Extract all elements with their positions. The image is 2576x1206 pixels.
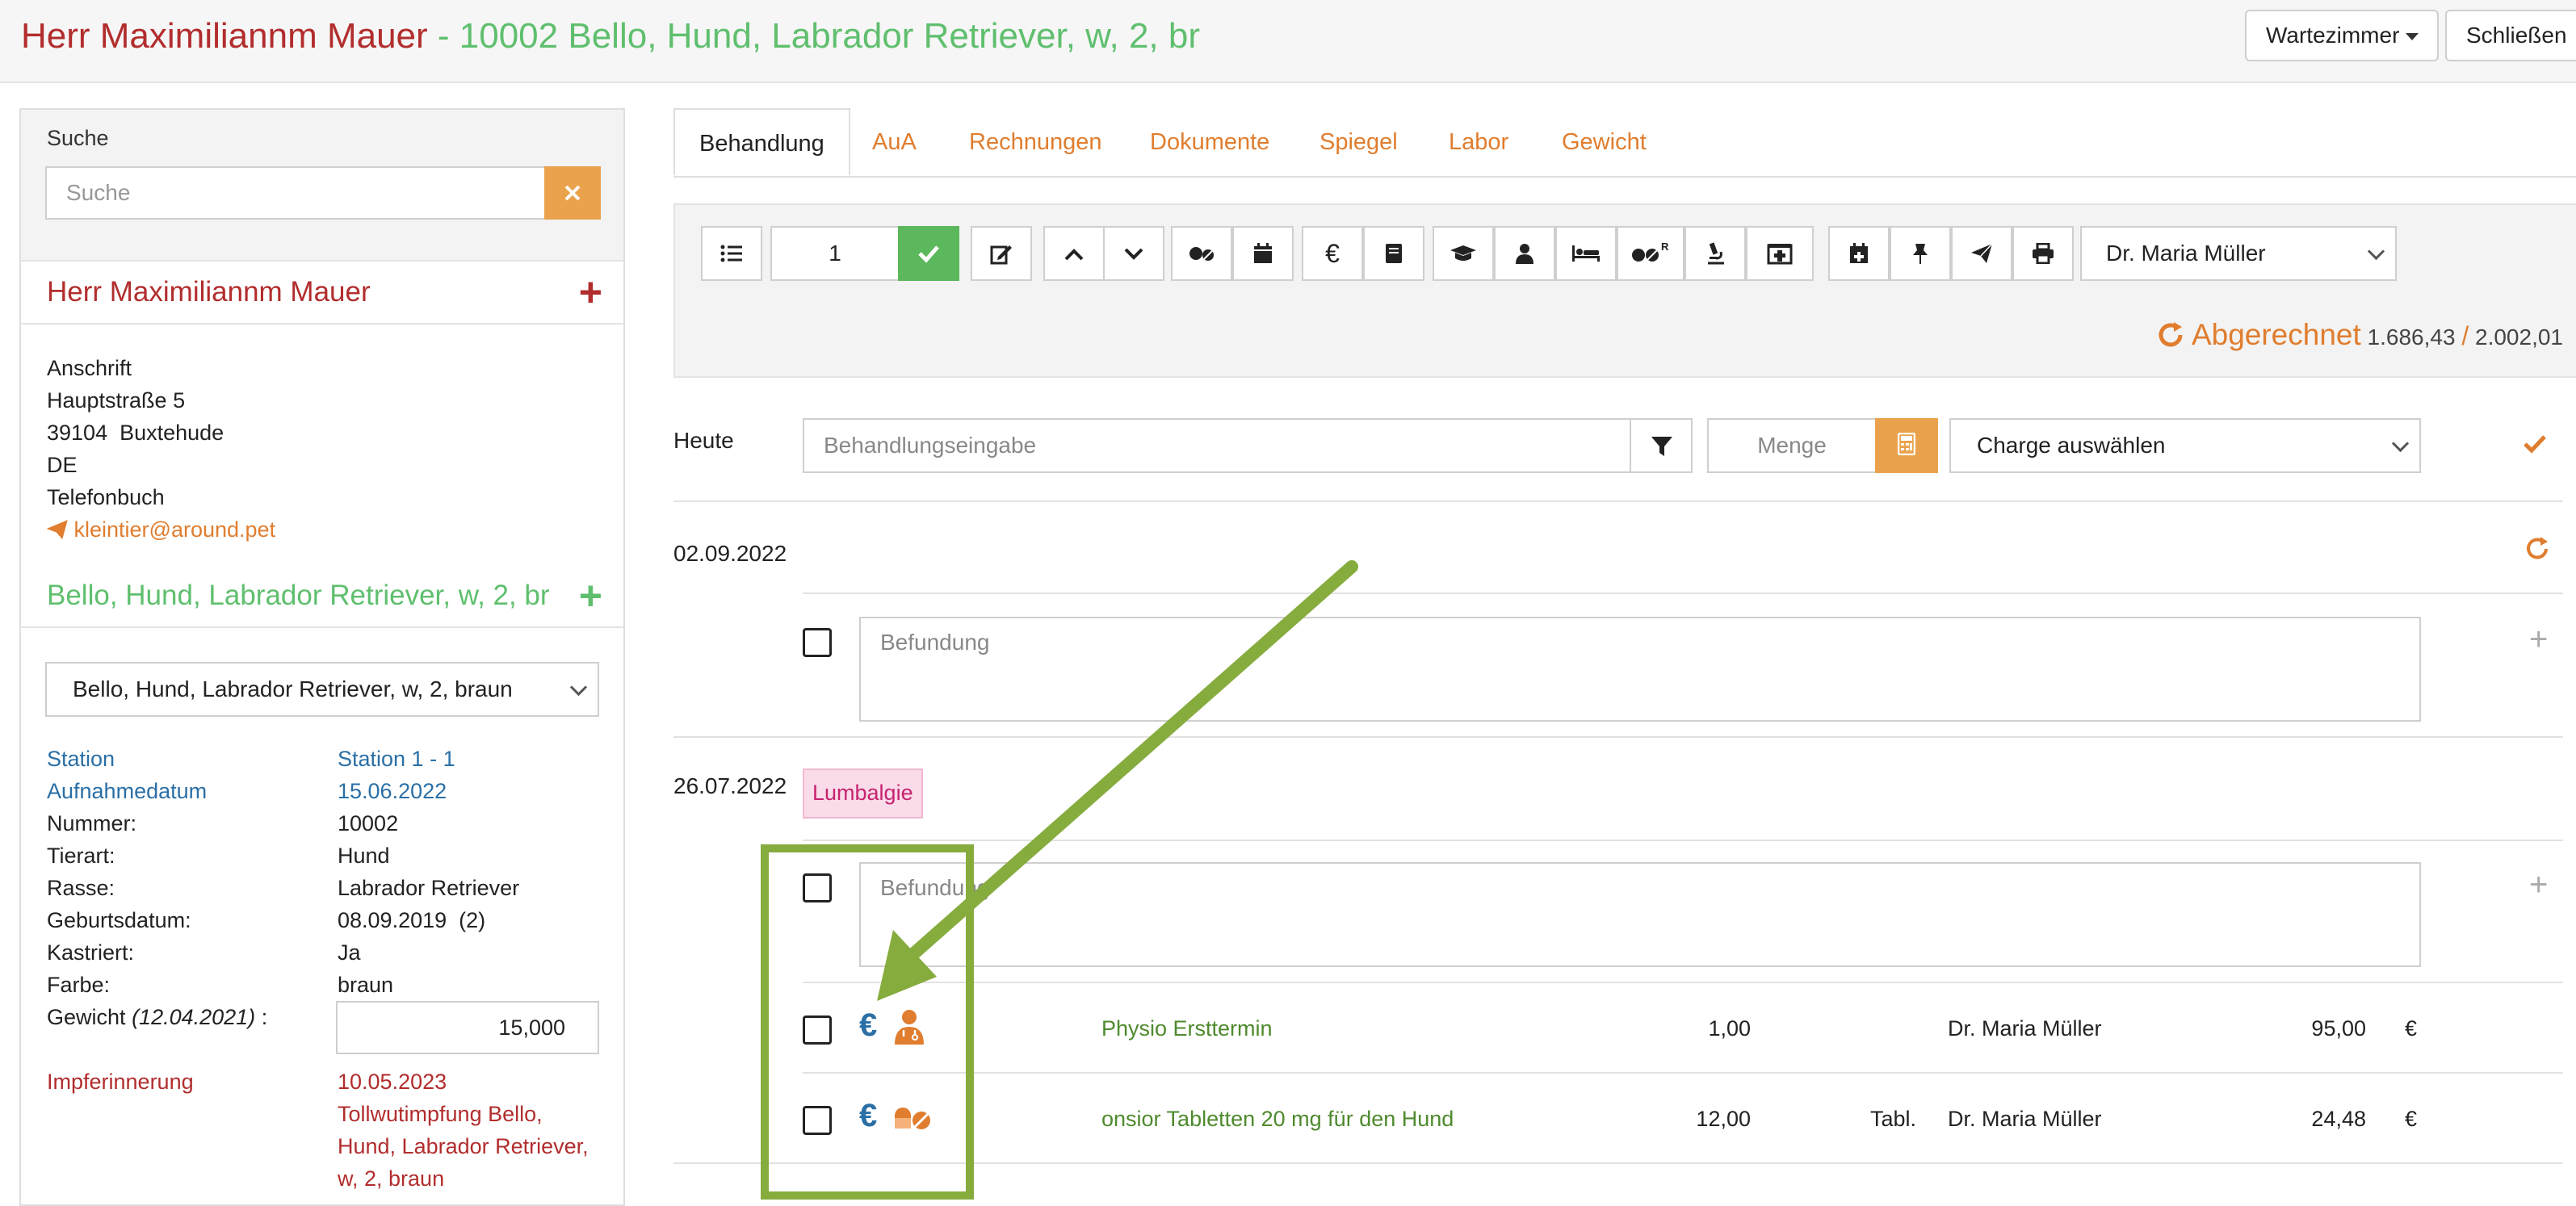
- annotation-arrow: [877, 560, 1358, 1001]
